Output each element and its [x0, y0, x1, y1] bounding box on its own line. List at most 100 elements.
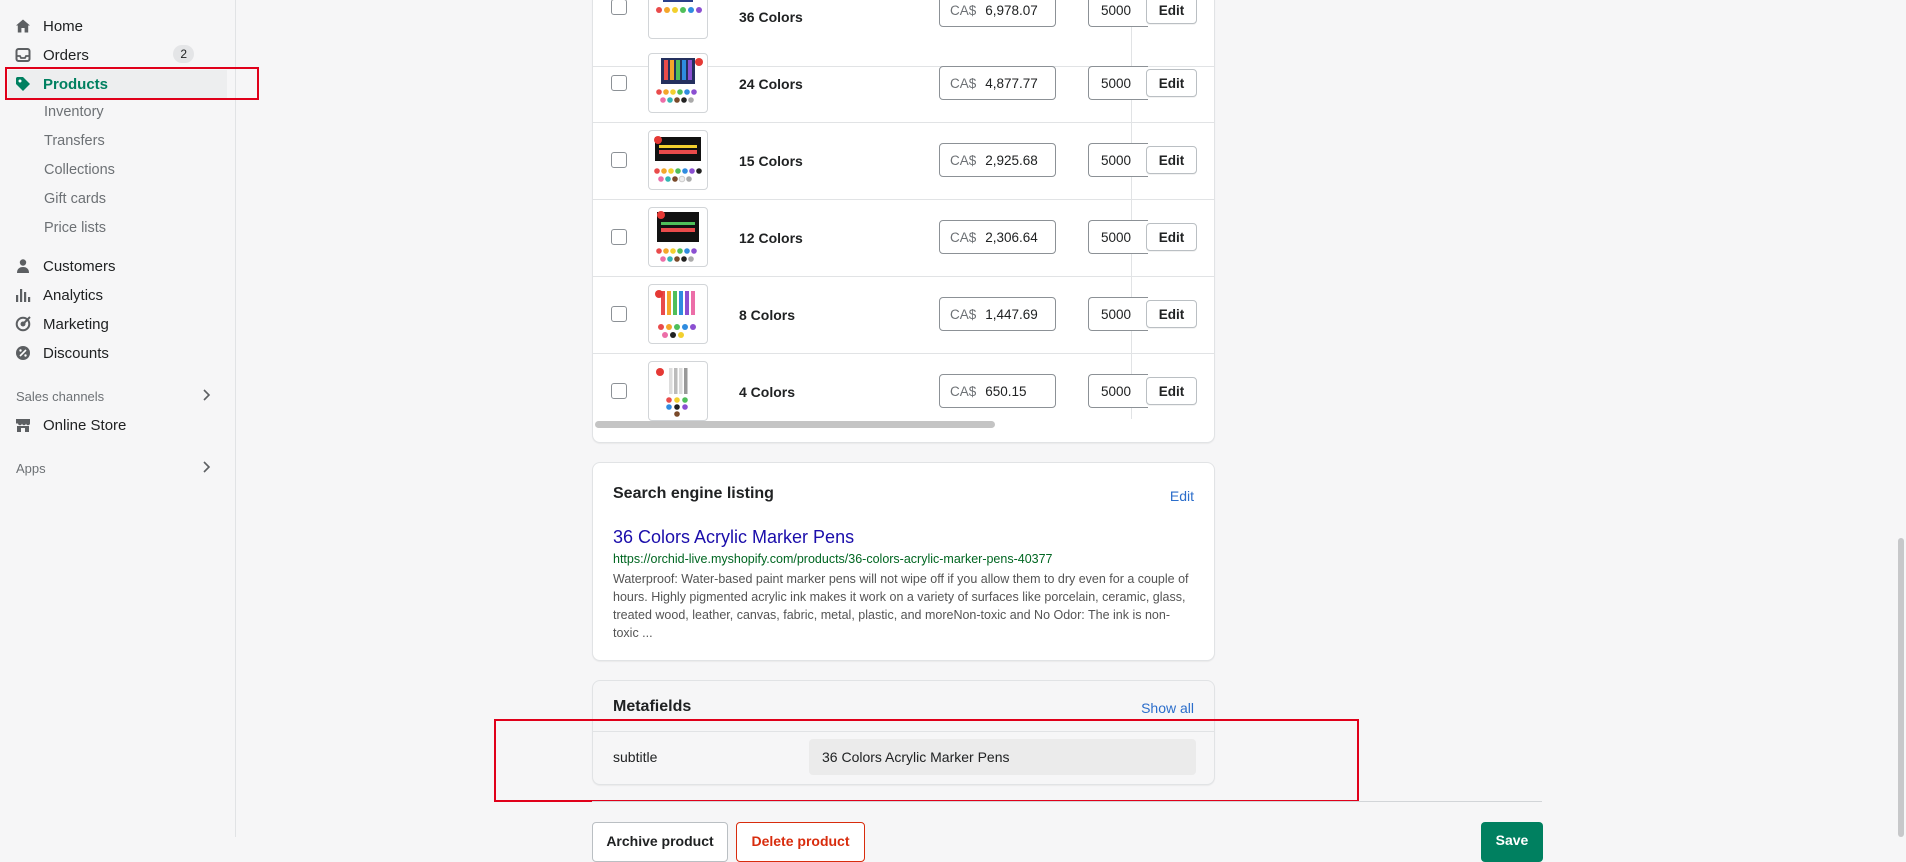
- orders-icon: [14, 46, 32, 64]
- sidebar-item-label: Online Store: [43, 416, 127, 434]
- divider: [593, 731, 1214, 732]
- price-input[interactable]: CA$ 650.15: [939, 374, 1056, 408]
- home-icon: [14, 17, 32, 35]
- metafields-card: Metafields Show all subtitle 36 Colors A…: [592, 680, 1215, 785]
- sidebar-item-label: Analytics: [43, 286, 104, 304]
- sidebar-item-collections[interactable]: Collections: [44, 162, 115, 178]
- price-input[interactable]: CA$ 6,978.07: [939, 0, 1056, 27]
- seo-edit-link[interactable]: Edit: [1170, 488, 1194, 504]
- sidebar-item-label: Products: [43, 75, 109, 93]
- variant-thumbnail[interactable]: [648, 207, 708, 267]
- quantity-input[interactable]: 5000: [1088, 66, 1148, 100]
- edit-variant-button[interactable]: Edit: [1146, 377, 1197, 405]
- quantity-input[interactable]: 5000: [1088, 374, 1148, 408]
- variant-checkbox[interactable]: [611, 229, 627, 245]
- variant-checkbox[interactable]: [611, 383, 627, 399]
- sidebar-item-label: Marketing: [43, 315, 109, 333]
- price-value: 4,877.77: [985, 75, 1038, 91]
- variant-thumbnail[interactable]: [648, 361, 708, 421]
- footer-divider: [592, 801, 1542, 802]
- apps-label: Apps: [16, 461, 46, 476]
- metafield-value-input[interactable]: 36 Colors Acrylic Marker Pens: [809, 739, 1196, 775]
- variant-checkbox[interactable]: [611, 75, 627, 91]
- variant-checkbox[interactable]: [611, 306, 627, 322]
- sidebar-item-inventory[interactable]: Inventory: [44, 104, 104, 120]
- sales-channels-header[interactable]: Sales channels: [16, 389, 211, 404]
- metafield-value: 36 Colors Acrylic Marker Pens: [822, 749, 1010, 765]
- quantity-value: 5000: [1101, 2, 1132, 18]
- currency-prefix: CA$: [950, 383, 977, 399]
- variant-thumbnail[interactable]: [648, 130, 708, 190]
- sidebar-item-products[interactable]: Products: [8, 70, 227, 98]
- quantity-value: 5000: [1101, 152, 1132, 168]
- quantity-value: 5000: [1101, 306, 1132, 322]
- archive-product-button[interactable]: Archive product: [592, 822, 728, 862]
- edit-variant-button[interactable]: Edit: [1146, 0, 1197, 24]
- sidebar-item-gift-cards[interactable]: Gift cards: [44, 191, 106, 207]
- metafields-heading: Metafields: [613, 698, 692, 715]
- metafield-label: subtitle: [613, 749, 658, 765]
- price-input[interactable]: CA$ 2,306.64: [939, 220, 1056, 254]
- sidebar-item-customers[interactable]: Customers: [14, 254, 214, 278]
- price-input[interactable]: CA$ 4,877.77: [939, 66, 1056, 100]
- sidebar-item-orders[interactable]: Orders 2: [14, 43, 214, 67]
- variant-name: 12 Colors: [739, 230, 803, 246]
- sidebar-item-price-lists[interactable]: Price lists: [44, 220, 106, 236]
- seo-description: Waterproof: Water-based paint marker pen…: [613, 572, 1189, 640]
- currency-prefix: CA$: [950, 75, 977, 91]
- variant-thumbnail[interactable]: [648, 53, 708, 113]
- sidebar-nav: Home Orders 2 Products Inventory Transfe…: [0, 0, 236, 837]
- quantity-input[interactable]: 5000: [1088, 0, 1148, 27]
- price-value: 1,447.69: [985, 306, 1038, 322]
- seo-heading: Search engine listing: [613, 485, 774, 502]
- sidebar-item-marketing[interactable]: Marketing: [14, 312, 214, 336]
- chevron-right-icon: [201, 461, 211, 476]
- show-all-metafields-link[interactable]: Show all: [1141, 700, 1194, 716]
- variant-checkbox[interactable]: [611, 0, 627, 15]
- sidebar-item-transfers[interactable]: Transfers: [44, 133, 105, 149]
- edit-variant-button[interactable]: Edit: [1146, 300, 1197, 328]
- page-scrollbar-thumb[interactable]: [1898, 538, 1904, 837]
- price-value: 2,925.68: [985, 152, 1038, 168]
- edit-variant-button[interactable]: Edit: [1146, 223, 1197, 251]
- sidebar-item-label: Customers: [43, 257, 116, 275]
- sales-channels-label: Sales channels: [16, 389, 105, 404]
- currency-prefix: CA$: [950, 229, 977, 245]
- variant-name: 8 Colors: [739, 307, 796, 323]
- save-button[interactable]: Save: [1481, 822, 1543, 862]
- edit-variant-button[interactable]: Edit: [1146, 146, 1197, 174]
- sidebar-item-discounts[interactable]: Discounts: [14, 341, 214, 365]
- currency-prefix: CA$: [950, 152, 977, 168]
- price-input[interactable]: CA$ 2,925.68: [939, 143, 1056, 177]
- quantity-input[interactable]: 5000: [1088, 297, 1148, 331]
- price-value: 650.15: [985, 383, 1027, 399]
- apps-header[interactable]: Apps: [16, 461, 211, 476]
- sidebar-item-analytics[interactable]: Analytics: [14, 283, 214, 307]
- horizontal-scrollbar[interactable]: [595, 421, 995, 428]
- sidebar-item-label: Orders: [43, 46, 89, 64]
- table-row: 15 Colors CA$ 2,925.68 5000 Edit: [593, 122, 1214, 200]
- table-row: 8 Colors CA$ 1,447.69 5000 Edit: [593, 276, 1214, 354]
- price-input[interactable]: CA$ 1,447.69: [939, 297, 1056, 331]
- price-value: 2,306.64: [985, 229, 1038, 245]
- target-icon: [14, 315, 32, 333]
- variant-thumbnail[interactable]: [648, 284, 708, 344]
- seo-url: https://orchid-live.myshopify.com/produc…: [613, 552, 1053, 566]
- orders-count-badge: 2: [173, 45, 194, 63]
- edit-variant-button[interactable]: Edit: [1146, 69, 1197, 97]
- sidebar-item-online-store[interactable]: Online Store: [14, 413, 214, 437]
- variant-name: 24 Colors: [739, 76, 803, 92]
- quantity-input[interactable]: 5000: [1088, 220, 1148, 254]
- delete-product-button[interactable]: Delete product: [736, 822, 865, 862]
- variants-card: 36 Colors CA$ 6,978.07 5000 Edit 24 Colo…: [592, 0, 1215, 443]
- sidebar-item-label: Home: [43, 17, 84, 35]
- discount-icon: [14, 344, 32, 362]
- bar-chart-icon: [14, 286, 32, 304]
- currency-prefix: CA$: [950, 2, 977, 18]
- variant-thumbnail[interactable]: [648, 0, 708, 39]
- variant-checkbox[interactable]: [611, 152, 627, 168]
- page-scrollbar[interactable]: [1896, 0, 1906, 837]
- quantity-input[interactable]: 5000: [1088, 143, 1148, 177]
- quantity-value: 5000: [1101, 383, 1132, 399]
- sidebar-item-home[interactable]: Home: [14, 14, 214, 38]
